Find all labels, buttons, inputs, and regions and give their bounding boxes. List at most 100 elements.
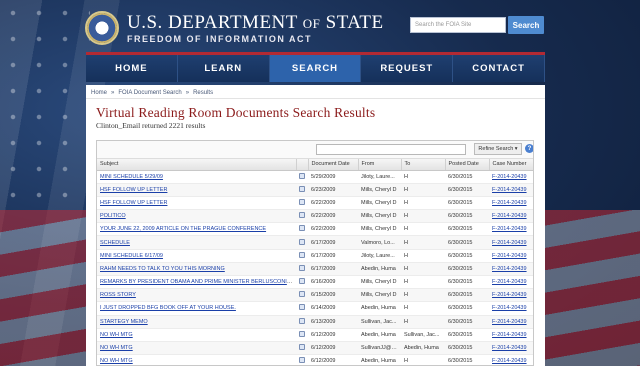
breadcrumb-separator: » <box>185 90 190 96</box>
attachment-cell <box>296 209 308 224</box>
pdf-icon[interactable] <box>299 291 305 298</box>
table-row[interactable]: POLITICO 6/22/2009 Mills, Cheryl D H 6/30/20… <box>97 209 533 224</box>
subject-cell-link[interactable]: SCHEDULE <box>100 240 130 246</box>
pdf-icon[interactable] <box>299 198 305 205</box>
case-number-cell-link[interactable]: F-2014-20439 <box>492 213 527 219</box>
breadcrumb-item[interactable]: FOIA Document Search <box>118 90 181 96</box>
table-row[interactable]: MINI SCHEDULE 6/17/09 6/17/2009 Jiloty, La… <box>97 249 533 263</box>
table-row[interactable]: STARTEGY MEMO 6/13/2009 Sullivan, Jac... H 6… <box>97 315 533 329</box>
case-number-cell-link[interactable]: F-2014-20439 <box>492 200 527 206</box>
case-number-cell-link[interactable]: F-2014-20439 <box>492 358 527 364</box>
subject-cell: MINI SCHEDULE 6/17/09 <box>97 249 296 263</box>
case-number-cell-link[interactable]: F-2014-20439 <box>492 187 527 193</box>
table-row[interactable]: NO WH MTG 6/12/2009 Abedin, Huma Sullivan, … <box>97 328 533 342</box>
case-number-cell-link[interactable]: F-2014-20439 <box>492 240 527 246</box>
from-cell: Mills, Cheryl D <box>358 222 401 237</box>
case-number-cell-link[interactable]: F-2014-20439 <box>492 345 527 351</box>
case-number-cell: F-2014-20439 <box>489 328 533 342</box>
table-row[interactable]: NO WH MTG 6/12/2009 Abedin, Huma H 6/30/2015… <box>97 354 533 365</box>
attachment-cell <box>296 183 308 197</box>
subject-cell: RAHM NEEDS TO TALK TO YOU THIS MORNING <box>97 262 296 277</box>
to-cell: H <box>401 354 445 365</box>
subject-cell-link[interactable]: STARTEGY MEMO <box>100 319 148 325</box>
posted-date-cell: 6/30/2015 <box>445 354 489 365</box>
subject-cell-link[interactable]: REMARKS BY PRESIDENT OBAMA AND PRIME MIN… <box>100 279 296 285</box>
state-seal-icon[interactable] <box>85 11 119 45</box>
table-row[interactable]: RAHM NEEDS TO TALK TO YOU THIS MORNING 6/… <box>97 262 533 277</box>
table-row[interactable]: NO WH MTG 6/12/2009 SullivanJJ@s... Abedin,… <box>97 341 533 356</box>
case-number-cell: F-2014-20439 <box>489 354 533 365</box>
subject-cell-link[interactable]: YOUR JUNE 22, 2009 ARTICLE ON THE PRAGUE… <box>100 226 266 232</box>
case-number-cell-link[interactable]: F-2014-20439 <box>492 332 527 338</box>
nav-tab-learn[interactable]: LEARN <box>178 55 270 82</box>
pdf-icon[interactable] <box>299 330 305 337</box>
subject-cell-link[interactable]: HSF FOLLOW UP LETTER <box>100 187 167 193</box>
nav-tab-home[interactable]: HOME <box>86 55 178 82</box>
pdf-icon[interactable] <box>299 212 305 219</box>
table-row[interactable]: SCHEDULE 6/17/2009 Valmoro, Lo... H 6/30/201… <box>97 235 533 250</box>
pdf-icon[interactable] <box>299 225 305 232</box>
nav-tab-request[interactable]: REQUEST <box>361 55 454 82</box>
column-header[interactable] <box>296 159 309 171</box>
pdf-icon[interactable] <box>299 251 305 258</box>
pdf-icon[interactable] <box>299 278 305 285</box>
subject-cell-link[interactable]: ROSS STORY <box>100 292 136 298</box>
subject-cell-link[interactable]: POLITICO <box>100 213 126 219</box>
table-row[interactable]: HSF FOLLOW UP LETTER 6/23/2009 Mills, Cher… <box>97 183 533 197</box>
case-number-cell-link[interactable]: F-2014-20439 <box>492 279 527 285</box>
nav-tab-contact[interactable]: CONTACT <box>453 55 545 82</box>
subject-cell-link[interactable]: I JUST DROPPED BFG BOOK OFF AT YOUR HOUS… <box>100 305 236 311</box>
column-header[interactable]: To <box>401 159 446 171</box>
posted-date-cell: 6/30/2015 <box>445 328 489 342</box>
results-count: Clinton_Email returned 2221 results <box>96 121 206 130</box>
column-header[interactable]: Subject <box>97 159 297 171</box>
pdf-icon[interactable] <box>299 185 305 192</box>
attachment-cell <box>296 196 308 211</box>
column-header[interactable]: Case Number <box>489 159 533 171</box>
table-row[interactable]: HSF FOLLOW UP LETTER 6/22/2009 Mills, Cher… <box>97 196 533 211</box>
case-number-cell-link[interactable]: F-2014-20439 <box>492 226 527 232</box>
case-number-cell-link[interactable]: F-2014-20439 <box>492 319 527 325</box>
pdf-icon[interactable] <box>299 304 305 311</box>
subject-cell-link[interactable]: NO WH MTG <box>100 345 133 351</box>
to-cell: H <box>401 288 445 303</box>
case-number-cell: F-2014-20439 <box>489 275 533 290</box>
case-number-cell: F-2014-20439 <box>489 315 533 329</box>
help-icon[interactable]: ? <box>525 144 533 153</box>
table-row[interactable]: YOUR JUNE 22, 2009 ARTICLE ON THE PRAGUE… <box>97 222 533 237</box>
table-row[interactable]: ROSS STORY 6/15/2009 Mills, Cheryl D H 6/30/… <box>97 288 533 303</box>
table-row[interactable]: MINI SCHEDULE 5/29/09 5/29/2009 Jiloty, La… <box>97 170 533 184</box>
subject-cell-link[interactable]: MINI SCHEDULE 5/29/09 <box>100 174 163 180</box>
refine-search-button[interactable]: Refine Search ▾ <box>474 143 522 155</box>
column-header[interactable]: From <box>358 159 402 171</box>
subject-cell: HSF FOLLOW UP LETTER <box>97 183 296 197</box>
pdf-icon[interactable] <box>299 344 305 351</box>
subject-cell-link[interactable]: RAHM NEEDS TO TALK TO YOU THIS MORNING <box>100 266 225 272</box>
pdf-icon[interactable] <box>299 357 305 364</box>
case-number-cell-link[interactable]: F-2014-20439 <box>492 305 527 311</box>
subject-cell-link[interactable]: NO WH MTG <box>100 332 133 338</box>
from-cell: Mills, Cheryl D <box>358 183 401 197</box>
subject-cell-link[interactable]: NO WH MTG <box>100 358 133 364</box>
site-title[interactable]: U.S. DEPARTMENT OF STATE <box>127 12 384 34</box>
site-search-button[interactable]: Search <box>508 16 544 34</box>
case-number-cell-link[interactable]: F-2014-20439 <box>492 266 527 272</box>
case-number-cell-link[interactable]: F-2014-20439 <box>492 174 527 180</box>
refine-search-input[interactable] <box>316 144 466 155</box>
case-number-cell-link[interactable]: F-2014-20439 <box>492 292 527 298</box>
case-number-cell: F-2014-20439 <box>489 262 533 277</box>
column-header[interactable]: Posted Date <box>445 159 490 171</box>
pdf-icon[interactable] <box>299 317 305 324</box>
pdf-icon[interactable] <box>299 264 305 271</box>
table-row[interactable]: REMARKS BY PRESIDENT OBAMA AND PRIME MIN… <box>97 275 533 290</box>
nav-tab-search[interactable]: SEARCH <box>269 55 362 82</box>
pdf-icon[interactable] <box>299 238 305 245</box>
table-row[interactable]: I JUST DROPPED BFG BOOK OFF AT YOUR HOUS… <box>97 301 533 316</box>
site-search-input[interactable]: Search the FOIA Site <box>410 17 506 33</box>
subject-cell-link[interactable]: MINI SCHEDULE 6/17/09 <box>100 253 163 259</box>
subject-cell-link[interactable]: HSF FOLLOW UP LETTER <box>100 200 167 206</box>
case-number-cell-link[interactable]: F-2014-20439 <box>492 253 527 259</box>
breadcrumb-item[interactable]: Home <box>91 90 107 96</box>
pdf-icon[interactable] <box>299 172 305 179</box>
column-header[interactable]: Document Date <box>308 159 359 171</box>
